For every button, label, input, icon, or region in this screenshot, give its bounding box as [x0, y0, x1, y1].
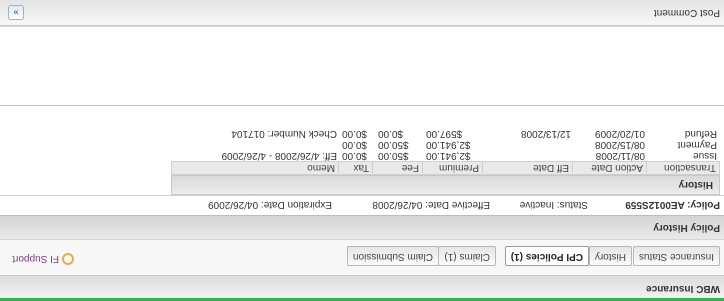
post-comment-label: Post Comment — [653, 7, 720, 18]
table-row[interactable]: Refund 01/20/2009 12/13/2008 $597.00 $0.… — [171, 128, 720, 139]
support-icon — [62, 253, 74, 265]
support-label: FI Support — [12, 253, 59, 265]
support-link[interactable]: FI Support — [12, 253, 74, 265]
cell-action-date: 01/20/2009 — [594, 128, 645, 139]
tab-insurance-status[interactable]: Insurance Status — [632, 246, 720, 266]
cell-fee: $0.00 — [378, 128, 404, 139]
app-title: WBC Insurance — [646, 283, 720, 294]
col-memo[interactable]: Memo — [307, 161, 339, 173]
table-row[interactable]: Payment 08/15/2008 $2,941.00 $50.00 $0.0… — [171, 139, 720, 150]
history-box: History Transaction Action Date Eff Date… — [0, 105, 724, 195]
policy-label-text: Policy: — [687, 199, 720, 210]
history-rows: Issue 08/11/2008 $2,941.00 $50.00 $0.00 … — [171, 128, 720, 161]
cell-action-date: 08/11/2008 — [595, 150, 645, 161]
cell-memo: Check Number: 017104 — [231, 128, 337, 139]
history-title: History — [678, 179, 713, 190]
tab-cpi-policies[interactable]: CPI Policies (1) — [504, 246, 589, 266]
post-comment-bar[interactable]: Post Comment » — [0, 0, 724, 26]
policy-summary: Policy: AE0012S559 Status: Inactive Effe… — [0, 195, 724, 215]
insurance-panel: WBC Insurance Insurance Status History C… — [0, 0, 724, 301]
table-row[interactable]: Issue 08/11/2008 $2,941.00 $50.00 $0.00 … — [171, 150, 720, 161]
cell-fee: $50.00 — [378, 139, 409, 150]
policy-history-header[interactable]: Policy History — [0, 215, 724, 239]
history-header[interactable]: History — [171, 175, 720, 195]
policy-effective-date: Effective Date: 04/26/2008 — [372, 199, 490, 210]
app-title-bar: WBC Insurance — [0, 275, 724, 301]
col-action-date[interactable]: Action Date — [591, 161, 647, 173]
comment-area[interactable] — [0, 26, 724, 105]
tab-bar: Insurance Status History CPI Policies (1… — [0, 239, 724, 275]
tab-claim-submission[interactable]: Claim Submission — [346, 246, 439, 266]
cell-premium: $2,941.00 — [426, 150, 471, 161]
policy-label: Policy: AE0012S559 — [625, 199, 720, 210]
cell-memo: Eff: 4/26/2008 - 4/26/2009 — [221, 150, 337, 161]
col-transaction[interactable]: Transaction — [664, 161, 719, 173]
cell-eff-date: 12/13/2008 — [520, 128, 571, 139]
cell-transaction: Payment — [677, 139, 717, 150]
tab-history[interactable]: History — [588, 246, 632, 266]
history-column-headers: Transaction Action Date Eff Date Premium… — [171, 161, 720, 175]
policy-id: AE0012S559 — [625, 199, 685, 210]
policy-expiration-date: Expiration Date: 04/26/2009 — [208, 199, 332, 210]
cell-transaction: Issue — [693, 150, 717, 161]
section-title: Policy History — [653, 222, 720, 233]
cell-tax: $0.00 — [342, 150, 368, 161]
double-chevron-up-icon[interactable]: » — [8, 5, 24, 20]
tab-claims[interactable]: Claims (1) — [438, 246, 496, 266]
policy-status: Status: Inactive — [519, 199, 588, 210]
cell-premium: $597.00 — [426, 128, 463, 139]
cell-tax: $0.00 — [342, 128, 368, 139]
cell-fee: $50.00 — [378, 150, 409, 161]
col-fee[interactable]: Fee — [401, 161, 423, 173]
cell-premium: $2,941.00 — [426, 139, 471, 150]
cell-tax: $0.00 — [342, 139, 368, 150]
cell-transaction: Refund — [684, 128, 717, 139]
col-eff-date[interactable]: Eff Date — [533, 161, 573, 173]
col-tax[interactable]: Tax — [353, 161, 373, 173]
cell-action-date: 08/15/2008 — [594, 139, 645, 150]
col-premium[interactable]: Premium — [438, 161, 483, 173]
